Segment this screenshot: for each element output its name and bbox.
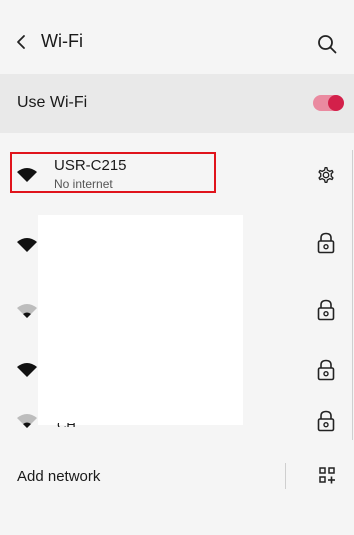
wifi-signal-full-icon [17,238,37,252]
page-title: Wi-Fi [41,31,83,51]
lock-icon [317,359,335,381]
add-network-label: Add network [17,468,101,485]
search-icon[interactable] [316,33,338,55]
use-wifi-row[interactable]: Use Wi-Fi [0,74,354,133]
wifi-signal-weak-icon [17,304,37,318]
toggle-knob [328,95,344,111]
lock-icon [317,410,335,432]
add-network-row[interactable]: Add network [0,455,354,499]
gear-icon[interactable] [316,164,336,186]
qr-code-icon[interactable] [319,467,336,485]
top-bar: Wi-Fi [0,0,354,74]
divider [285,463,286,489]
lock-icon [317,299,335,321]
lock-icon [317,232,335,254]
wifi-toggle-switch[interactable] [313,95,344,111]
chevron-left-icon[interactable] [14,33,28,51]
network-name: CH... [57,423,87,427]
wifi-signal-full-icon [17,363,37,377]
wifi-signal-weak-icon [17,414,37,428]
redaction-overlay [38,215,243,425]
use-wifi-label: Use Wi-Fi [17,94,88,111]
highlight-box [10,152,216,193]
